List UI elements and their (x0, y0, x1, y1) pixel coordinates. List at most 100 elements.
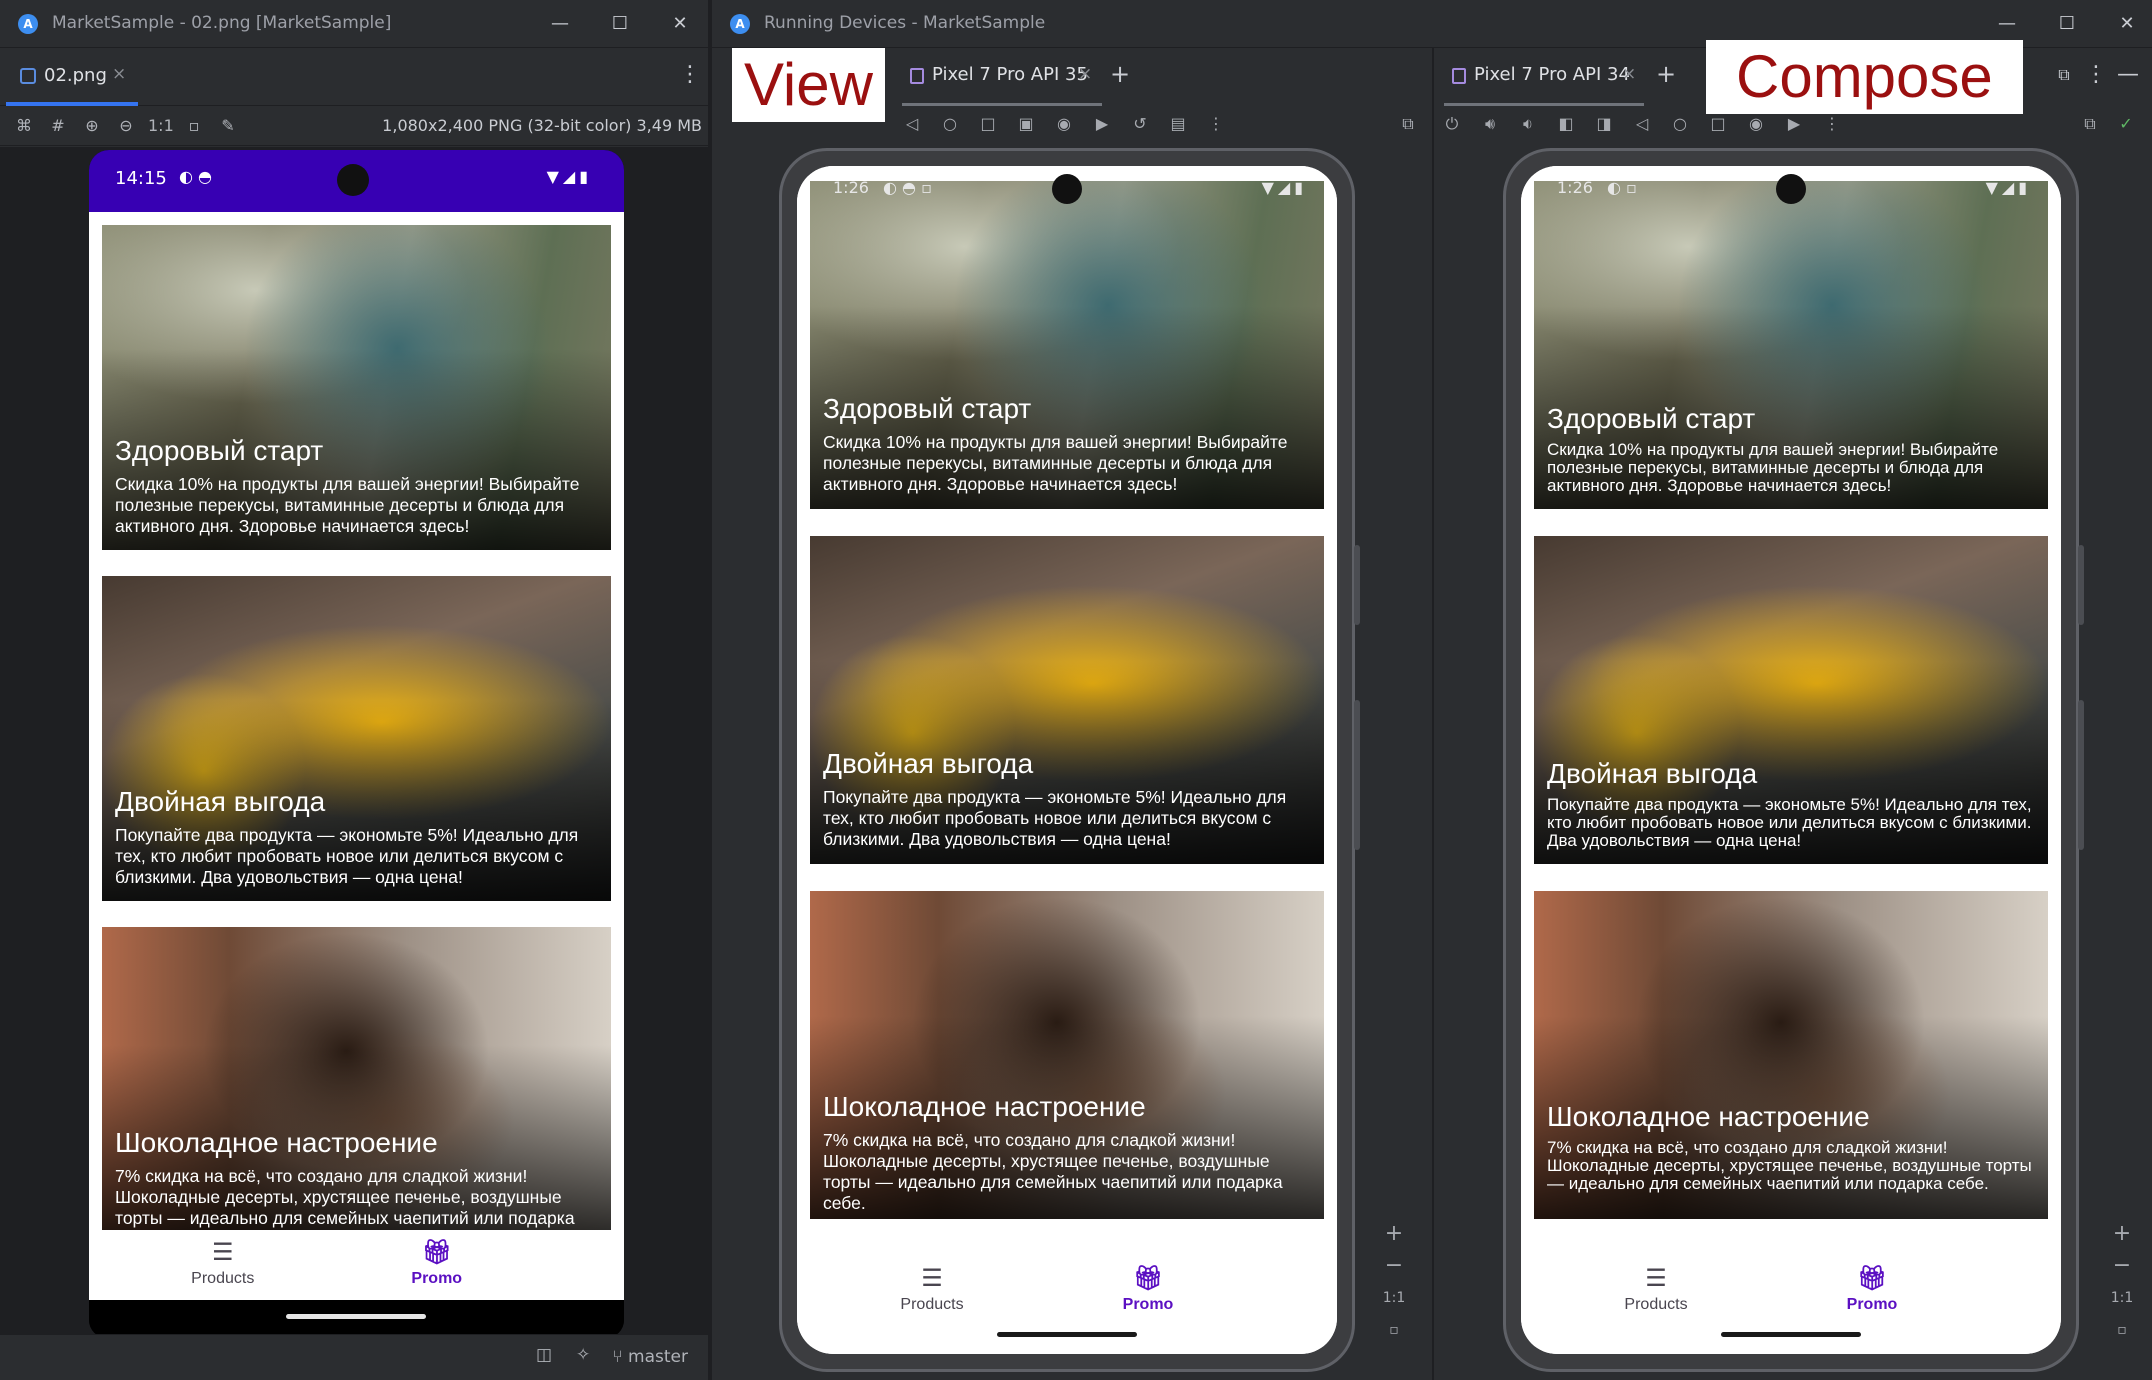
device-screen-compose[interactable]: Здоровый старт Скидка 10% на продукты дл… (1521, 166, 2061, 1354)
promo-card[interactable]: Шоколадное настроение 7% скидка на всё, … (1534, 891, 2048, 1219)
actual-size-button[interactable]: 1:1 (2106, 1282, 2138, 1314)
close-icon[interactable]: ✕ (2107, 10, 2147, 38)
promo-card[interactable]: Двойная выгода Покупайте два продукта — … (1534, 536, 2048, 864)
hide-panel-icon[interactable]: — (2116, 62, 2140, 88)
status-bar: 14:15 ◐ ◓ ▼◢▮ (89, 150, 624, 212)
zoom-out-icon[interactable]: ⊖ (114, 114, 138, 138)
tab-pixel-7-pro-api-34[interactable]: Pixel 7 Pro API 34 (1444, 48, 1644, 106)
layout-icon[interactable]: ◫ (536, 1345, 552, 1365)
zoom-out-icon[interactable]: − (1378, 1250, 1410, 1282)
android-studio-icon: A (18, 14, 38, 34)
signal-battery-icons: ▼◢▮ (546, 167, 592, 186)
window-title: MarketSample - 02.png [MarketSample] (52, 13, 392, 33)
gift-icon: 🎁︎ (421, 1238, 452, 1266)
background-icon[interactable]: ▫ (182, 114, 206, 138)
maximize-icon[interactable]: ☐ (600, 10, 640, 38)
promo-card[interactable]: Двойная выгода Покупайте два продукта — … (810, 536, 1324, 864)
volume-button (1354, 700, 1360, 850)
panel-divider (1432, 48, 1434, 1380)
promo-list[interactable]: Здоровый старт Скидка 10% на продукты дл… (1521, 166, 2061, 1244)
promo-card[interactable]: Шоколадное настроение 7% скидка на всё, … (102, 927, 611, 1237)
promo-card[interactable]: Здоровый старт Скидка 10% на продукты дл… (810, 181, 1324, 509)
compose-label: Compose (1706, 40, 2023, 114)
promo-card[interactable]: Шоколадное настроение 7% скидка на всё, … (810, 891, 1324, 1219)
overview-icon[interactable]: □ (1706, 112, 1730, 136)
promo-list[interactable]: Здоровый старт Скидка 10% на продукты дл… (797, 166, 1337, 1244)
rotate-icon[interactable]: ↺ (1128, 112, 1152, 136)
close-icon[interactable]: ✕ (660, 10, 700, 38)
more-icon[interactable]: ⋮ (1820, 112, 1844, 136)
overview-icon[interactable]: □ (976, 112, 1000, 136)
bottom-navigation: ☰ Products 🎁︎ Promo (1521, 1246, 2061, 1354)
zoom-in-icon[interactable]: + (2106, 1218, 2138, 1250)
tab-label: 02.png (44, 65, 107, 86)
promo-description: Покупайте два продукта — экономьте 5%! И… (115, 825, 579, 887)
actual-size-button[interactable]: 1:1 (1378, 1282, 1410, 1314)
view-label: View (732, 48, 885, 122)
nav-promo[interactable]: 🎁︎ Promo (1737, 1264, 2007, 1314)
back-icon[interactable]: ◁ (1630, 112, 1654, 136)
rotate-right-icon[interactable]: ◨ (1592, 112, 1616, 136)
status-notification-icons: ◐ ◓ ▫ (883, 178, 932, 197)
tab-close-icon[interactable]: × (1078, 64, 1092, 84)
screenshot-icon[interactable]: ◉ (1744, 112, 1768, 136)
zoom-in-icon[interactable]: ⊕ (80, 114, 104, 138)
tab-close-icon[interactable]: × (112, 64, 126, 84)
power-icon[interactable]: ⏻ (1440, 112, 1464, 136)
home-icon[interactable]: ○ (938, 112, 962, 136)
minimize-icon[interactable]: — (540, 10, 580, 38)
snapshot-icon[interactable]: ▤ (1166, 112, 1190, 136)
promo-description: Скидка 10% на продукты для вашей энергии… (1547, 440, 1999, 495)
add-device-icon[interactable]: + (1656, 60, 1676, 88)
volume-down-icon[interactable]: 🔉︎ (1516, 112, 1540, 136)
back-icon[interactable]: ◁ (900, 112, 924, 136)
device-frame-icon[interactable]: ▣ (1014, 112, 1038, 136)
tab-close-icon[interactable]: × (1622, 64, 1636, 84)
git-branch[interactable]: ⑂ master (612, 1347, 688, 1367)
screenshot-icon[interactable]: ◉ (1052, 112, 1076, 136)
home-indicator (997, 1332, 1137, 1337)
device-screen-view[interactable]: Здоровый старт Скидка 10% на продукты дл… (797, 166, 1337, 1354)
grid-icon[interactable]: # (46, 114, 70, 138)
actual-size-button[interactable]: 1:1 (148, 114, 174, 138)
promo-title: Здоровый старт (115, 435, 324, 466)
nav-promo[interactable]: 🎁︎ Promo (1013, 1264, 1283, 1314)
promo-card[interactable]: Здоровый старт Скидка 10% на продукты дл… (102, 225, 611, 550)
more-icon[interactable]: ⋮ (1204, 112, 1228, 136)
promo-card[interactable]: Здоровый старт Скидка 10% на продукты дл… (1534, 181, 2048, 509)
record-icon[interactable]: ▶ (1782, 112, 1806, 136)
rotate-left-icon[interactable]: ◧ (1554, 112, 1578, 136)
zoom-in-icon[interactable]: + (1378, 1218, 1410, 1250)
more-options-icon[interactable]: ⋮ (2084, 62, 2108, 88)
fit-icon[interactable]: ⌘ (12, 114, 36, 138)
volume-up-icon[interactable]: 🔊︎ (1478, 112, 1502, 136)
maximize-icon[interactable]: ☐ (2047, 10, 2087, 38)
record-icon[interactable]: ▶ (1090, 112, 1114, 136)
nav-promo[interactable]: 🎁︎ Promo (303, 1238, 571, 1288)
minimize-icon[interactable]: — (1987, 10, 2027, 38)
fit-screen-icon[interactable]: ▫ (1378, 1314, 1410, 1346)
promo-list[interactable]: Здоровый старт Скидка 10% на продукты дл… (89, 212, 624, 1290)
promo-card[interactable]: Двойная выгода Покупайте два продукта — … (102, 576, 611, 901)
device-status-bar: 1:26 ◐ ▫ ▼◢▮ (1521, 166, 2061, 204)
color-picker-icon[interactable]: ✎ (216, 114, 240, 138)
tab-pixel-7-pro-api-35[interactable]: Pixel 7 Pro API 35 (902, 48, 1102, 106)
device-mirroring-icon[interactable]: ⧉ (1396, 112, 1420, 136)
promo-title: Шоколадное настроение (115, 1127, 438, 1158)
notification-icon[interactable]: ✧ (576, 1345, 590, 1365)
zoom-out-icon[interactable]: − (2106, 1250, 2138, 1282)
tab-02-png[interactable]: 02.png × (6, 48, 138, 106)
add-device-icon[interactable]: + (1110, 60, 1130, 88)
device-toolbar-right: ⏻ 🔊︎ 🔉︎ ◧ ◨ ◁ ○ □ ◉ ▶ ⋮ (1440, 112, 1844, 148)
bottom-navigation: ☰ Products 🎁︎ Promo (89, 1230, 624, 1300)
signal-battery-icons: ▼◢▮ (1261, 178, 1307, 197)
fit-screen-icon[interactable]: ▫ (2106, 1314, 2138, 1346)
device-mirroring-icon[interactable]: ⧉ (2078, 112, 2102, 136)
promo-description: 7% скидка на всё, что создано для сладко… (823, 1130, 1283, 1213)
layout-toggle-icon[interactable]: ⧉ (2052, 62, 2076, 88)
promo-title: Здоровый старт (1547, 403, 1756, 434)
more-options-icon[interactable]: ⋮ (678, 62, 702, 88)
ide-status-bar: ◫ ✧ ⑂ master (0, 1334, 708, 1380)
image-canvas: 14:15 ◐ ◓ ▼◢▮ Здоровый старт Скидка 10% … (0, 147, 708, 1338)
home-icon[interactable]: ○ (1668, 112, 1692, 136)
